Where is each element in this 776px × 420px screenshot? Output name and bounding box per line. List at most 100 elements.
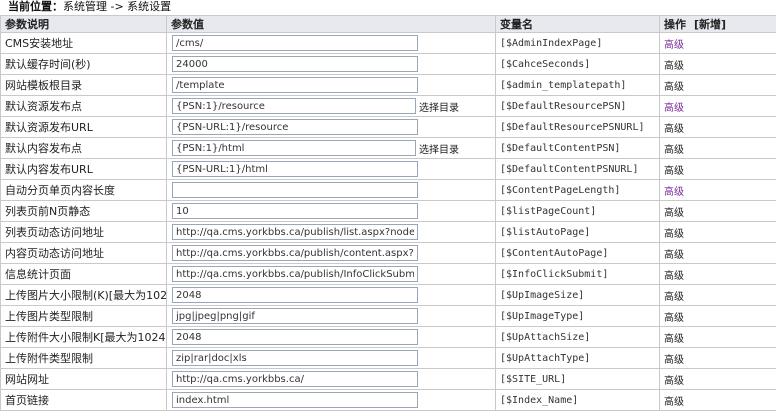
variable-name: [$SITE_URL] bbox=[495, 368, 660, 390]
advanced-link[interactable]: 高级 bbox=[664, 355, 684, 366]
param-value-input[interactable] bbox=[172, 329, 418, 345]
param-name: 上传图片类型限制 bbox=[0, 305, 167, 327]
operation-cell: 高级 bbox=[659, 284, 776, 306]
advanced-link[interactable]: 高级 bbox=[664, 397, 684, 408]
variable-name: [$CahceSeconds] bbox=[495, 53, 660, 75]
param-value-input[interactable] bbox=[172, 35, 418, 51]
advanced-link[interactable]: 高级 bbox=[664, 40, 684, 51]
param-value-input[interactable] bbox=[172, 266, 418, 282]
param-value-cell bbox=[166, 200, 496, 222]
table-row: 默认缓存时间(秒) [$CahceSeconds] 高级 bbox=[0, 53, 776, 75]
table-header-row: 参数说明 参数值 变量名 操作 [新增] bbox=[0, 15, 776, 33]
advanced-link[interactable]: 高级 bbox=[664, 208, 684, 219]
table-row: 默认资源发布URL [$DefaultResourcePSNURL] 高级 bbox=[0, 116, 776, 138]
param-name: 上传附件大小限制K[最大为10240] bbox=[0, 326, 167, 348]
param-value-input[interactable] bbox=[172, 203, 418, 219]
table-row: 默认内容发布点 选择目录 [$DefaultContentPSN] 高级 bbox=[0, 137, 776, 159]
table-row: 上传附件类型限制 [$UpAttachType] 高级 bbox=[0, 347, 776, 369]
table-row: 上传图片类型限制 [$UpImageType] 高级 bbox=[0, 305, 776, 327]
variable-name: [$UpImageType] bbox=[495, 305, 660, 327]
advanced-link[interactable]: 高级 bbox=[664, 292, 684, 303]
param-value-input[interactable] bbox=[172, 287, 418, 303]
add-new-link[interactable]: [新增] bbox=[694, 18, 726, 31]
param-value-input[interactable] bbox=[172, 119, 418, 135]
param-value-cell bbox=[166, 305, 496, 327]
select-directory-button[interactable]: 选择目录 bbox=[419, 145, 459, 156]
advanced-link[interactable]: 高级 bbox=[664, 250, 684, 261]
advanced-link[interactable]: 高级 bbox=[664, 334, 684, 345]
param-name: 内容页动态访问地址 bbox=[0, 242, 167, 264]
header-param-name: 参数说明 bbox=[0, 15, 167, 33]
variable-name: [$ContentAutoPage] bbox=[495, 242, 660, 264]
advanced-link[interactable]: 高级 bbox=[664, 82, 684, 93]
param-value-cell bbox=[166, 347, 496, 369]
table-row: 列表页前N页静态 [$listPageCount] 高级 bbox=[0, 200, 776, 222]
advanced-link[interactable]: 高级 bbox=[664, 376, 684, 387]
table-row: 上传附件大小限制K[最大为10240] [$UpAttachSize] 高级 bbox=[0, 326, 776, 348]
advanced-link[interactable]: 高级 bbox=[664, 271, 684, 282]
operation-cell: 高级 bbox=[659, 32, 776, 54]
advanced-link[interactable]: 高级 bbox=[664, 145, 684, 156]
param-name: 默认内容发布URL bbox=[0, 158, 167, 180]
advanced-link[interactable]: 高级 bbox=[664, 187, 684, 198]
table-row: 默认内容发布URL [$DefaultContentPSNURL] 高级 bbox=[0, 158, 776, 180]
variable-name: [$DefaultResourcePSNURL] bbox=[495, 116, 660, 138]
param-name: 网站模板根目录 bbox=[0, 74, 167, 96]
advanced-link[interactable]: 高级 bbox=[664, 166, 684, 177]
param-name: 信息统计页面 bbox=[0, 263, 167, 285]
param-value-input[interactable] bbox=[172, 98, 416, 114]
param-name: 首页链接 bbox=[0, 389, 167, 411]
variable-name: [$admin_templatepath] bbox=[495, 74, 660, 96]
param-value-input[interactable] bbox=[172, 77, 418, 93]
param-value-cell bbox=[166, 158, 496, 180]
param-name: 自动分页单页内容长度 bbox=[0, 179, 167, 201]
param-value-cell: 选择目录 bbox=[166, 95, 496, 117]
header-operation: 操作 [新增] bbox=[659, 15, 776, 33]
param-value-input[interactable] bbox=[172, 245, 418, 261]
variable-name: [$Index_Name] bbox=[495, 389, 660, 411]
param-value-input[interactable] bbox=[172, 392, 418, 408]
advanced-link[interactable]: 高级 bbox=[664, 229, 684, 240]
table-row: 网站模板根目录 [$admin_templatepath] 高级 bbox=[0, 74, 776, 96]
variable-name: [$UpAttachType] bbox=[495, 347, 660, 369]
param-value-input[interactable] bbox=[172, 56, 418, 72]
param-name: 列表页前N页静态 bbox=[0, 200, 167, 222]
param-value-input[interactable] bbox=[172, 182, 418, 198]
breadcrumb-path: 系统管理 -> 系统设置 bbox=[63, 0, 172, 13]
advanced-link[interactable]: 高级 bbox=[664, 103, 684, 114]
param-name: 默认内容发布点 bbox=[0, 137, 167, 159]
operation-cell: 高级 bbox=[659, 368, 776, 390]
param-value-input[interactable] bbox=[172, 308, 418, 324]
table-row: 内容页动态访问地址 [$ContentAutoPage] 高级 bbox=[0, 242, 776, 264]
operation-cell: 高级 bbox=[659, 53, 776, 75]
param-value-input[interactable] bbox=[172, 140, 416, 156]
param-value-cell bbox=[166, 389, 496, 411]
param-value-input[interactable] bbox=[172, 224, 418, 240]
header-variable-name: 变量名 bbox=[495, 15, 660, 33]
select-directory-button[interactable]: 选择目录 bbox=[419, 103, 459, 114]
param-value-input[interactable] bbox=[172, 161, 418, 177]
param-name: 默认资源发布URL bbox=[0, 116, 167, 138]
param-value-input[interactable] bbox=[172, 371, 418, 387]
header-operation-label: 操作 bbox=[664, 18, 686, 31]
table-row: 列表页动态访问地址 [$listAutoPage] 高级 bbox=[0, 221, 776, 243]
variable-name: [$DefaultContentPSN] bbox=[495, 137, 660, 159]
operation-cell: 高级 bbox=[659, 74, 776, 96]
advanced-link[interactable]: 高级 bbox=[664, 61, 684, 72]
table-row: 上传图片大小限制(K)[最大为10240] [$UpImageSize] 高级 bbox=[0, 284, 776, 306]
param-value-input[interactable] bbox=[172, 350, 418, 366]
advanced-link[interactable]: 高级 bbox=[664, 124, 684, 135]
variable-name: [$listAutoPage] bbox=[495, 221, 660, 243]
operation-cell: 高级 bbox=[659, 221, 776, 243]
operation-cell: 高级 bbox=[659, 179, 776, 201]
param-name: 网站网址 bbox=[0, 368, 167, 390]
breadcrumb-label: 当前位置： bbox=[8, 0, 63, 13]
param-name: 列表页动态访问地址 bbox=[0, 221, 167, 243]
param-value-cell bbox=[166, 368, 496, 390]
operation-cell: 高级 bbox=[659, 326, 776, 348]
operation-cell: 高级 bbox=[659, 116, 776, 138]
advanced-link[interactable]: 高级 bbox=[664, 313, 684, 324]
variable-name: [$UpAttachSize] bbox=[495, 326, 660, 348]
param-value-cell: 选择目录 bbox=[166, 137, 496, 159]
variable-name: [$DefaultContentPSNURL] bbox=[495, 158, 660, 180]
